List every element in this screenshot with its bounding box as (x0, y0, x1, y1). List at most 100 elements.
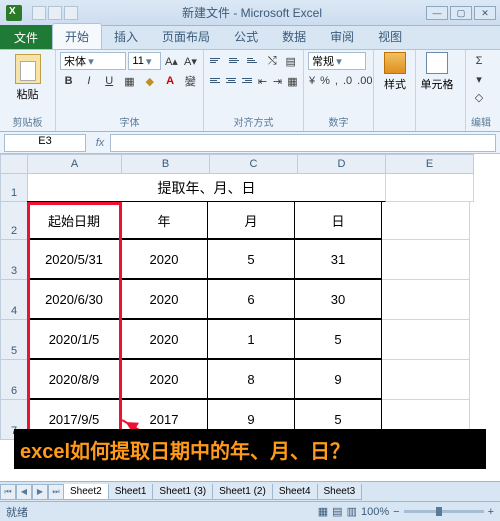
sheet-tab[interactable]: Sheet3 (317, 484, 363, 500)
row-header[interactable]: 5 (0, 320, 28, 360)
orientation-button[interactable]: ⤭ (264, 52, 280, 70)
select-all-corner[interactable] (0, 154, 28, 174)
cell[interactable]: 2020/5/31 (27, 239, 121, 279)
tab-nav-first[interactable]: ⏮ (0, 484, 16, 500)
minimize-button[interactable]: — (426, 6, 448, 20)
grow-font-button[interactable]: A▴ (163, 52, 180, 70)
row-header[interactable]: 6 (0, 360, 28, 400)
cell[interactable]: 起始日期 (27, 201, 121, 239)
cell[interactable] (382, 360, 470, 400)
sheet-tab[interactable]: Sheet1 (108, 484, 154, 500)
cells-button[interactable]: 单元格 (420, 52, 454, 92)
phonetic-button[interactable]: 變 (182, 72, 199, 90)
font-size-combo[interactable]: 11▾ (128, 52, 160, 70)
close-button[interactable]: ✕ (474, 6, 496, 20)
comma-button[interactable]: , (334, 72, 339, 90)
redo-icon[interactable] (64, 6, 78, 20)
styles-button[interactable]: 样式 (378, 52, 412, 92)
view-normal-icon[interactable]: ▦ (318, 505, 328, 518)
row-header[interactable]: 3 (0, 240, 28, 280)
row-header[interactable]: 2 (0, 202, 28, 240)
autosum-button[interactable]: Σ (470, 52, 488, 70)
clear-button[interactable]: ◇ (470, 88, 488, 106)
zoom-in-button[interactable]: + (488, 506, 494, 518)
align-center-button[interactable] (224, 72, 238, 88)
cell[interactable] (386, 174, 474, 202)
view-layout-icon[interactable]: ▤ (332, 505, 342, 518)
increase-decimal-button[interactable]: .0 (342, 72, 353, 90)
sheet-tab[interactable]: Sheet1 (3) (152, 484, 213, 500)
currency-button[interactable]: ¥ (308, 72, 316, 90)
tab-home[interactable]: 开始 (52, 23, 102, 49)
cell[interactable]: 2020/1/5 (27, 319, 121, 359)
cell[interactable]: 30 (294, 279, 382, 319)
indent-decrease-button[interactable]: ⇤ (256, 72, 269, 90)
indent-increase-button[interactable]: ⇥ (271, 72, 284, 90)
cell[interactable] (382, 320, 470, 360)
font-name-combo[interactable]: 宋体▾ (60, 52, 126, 70)
zoom-slider[interactable] (404, 510, 484, 513)
percent-button[interactable]: % (319, 72, 331, 90)
shrink-font-button[interactable]: A▾ (182, 52, 199, 70)
cell[interactable]: 日 (294, 201, 382, 239)
tab-nav-last[interactable]: ⏭ (48, 484, 64, 500)
fill-color-button[interactable]: ◆ (141, 72, 158, 90)
underline-button[interactable]: U (101, 72, 118, 90)
col-header-d[interactable]: D (298, 154, 386, 174)
tab-formula[interactable]: 公式 (222, 24, 270, 49)
decrease-decimal-button[interactable]: .00 (356, 72, 373, 90)
tab-insert[interactable]: 插入 (102, 24, 150, 49)
cell[interactable]: 月 (207, 201, 295, 239)
bold-button[interactable]: B (60, 72, 77, 90)
align-right-button[interactable] (240, 72, 254, 88)
italic-button[interactable]: I (80, 72, 97, 90)
tab-review[interactable]: 审阅 (318, 24, 366, 49)
view-break-icon[interactable]: ▥ (347, 505, 357, 518)
cell[interactable] (382, 280, 470, 320)
cell[interactable]: 5 (294, 319, 382, 359)
col-header-b[interactable]: B (122, 154, 210, 174)
cell[interactable]: 2020 (120, 359, 208, 399)
wrap-text-button[interactable]: ▤ (283, 52, 299, 70)
sheet-tab[interactable]: Sheet2 (63, 484, 109, 500)
number-format-combo[interactable]: 常规▾ (308, 52, 366, 70)
row-header[interactable]: 4 (0, 280, 28, 320)
tab-nav-next[interactable]: ▶ (32, 484, 48, 500)
col-header-c[interactable]: C (210, 154, 298, 174)
zoom-out-button[interactable]: − (393, 506, 399, 518)
cell[interactable]: 31 (294, 239, 382, 279)
align-middle-button[interactable] (227, 52, 244, 68)
cell-title[interactable]: 提取年、月、日 (28, 174, 386, 202)
cell[interactable]: 8 (207, 359, 295, 399)
col-header-a[interactable]: A (28, 154, 122, 174)
cell[interactable]: 2020/6/30 (27, 279, 121, 319)
font-color-button[interactable]: A (161, 72, 178, 90)
tab-data[interactable]: 数据 (270, 24, 318, 49)
cell[interactable] (382, 202, 470, 240)
fill-button[interactable]: ▾ (470, 70, 488, 88)
tab-layout[interactable]: 页面布局 (150, 24, 222, 49)
cell[interactable]: 年 (120, 201, 208, 239)
maximize-button[interactable]: ▢ (450, 6, 472, 20)
fx-icon[interactable]: fx (90, 137, 110, 149)
cell[interactable]: 2020 (120, 319, 208, 359)
cell[interactable]: 2020 (120, 279, 208, 319)
merge-button[interactable]: ▦ (286, 72, 299, 90)
zoom-level[interactable]: 100% (361, 506, 389, 518)
save-icon[interactable] (32, 6, 46, 20)
formula-input[interactable] (110, 134, 496, 152)
paste-button[interactable]: 粘贴 (4, 52, 51, 104)
row-header[interactable]: 1 (0, 174, 28, 202)
align-bottom-button[interactable] (245, 52, 262, 68)
cell[interactable] (382, 240, 470, 280)
sheet-tab[interactable]: Sheet4 (272, 484, 318, 500)
cell[interactable]: 6 (207, 279, 295, 319)
name-box[interactable]: E3 (4, 134, 86, 152)
cell[interactable]: 1 (207, 319, 295, 359)
cell[interactable]: 2020/8/9 (27, 359, 121, 399)
sheet-tab[interactable]: Sheet1 (2) (212, 484, 273, 500)
align-top-button[interactable] (208, 52, 225, 68)
tab-nav-prev[interactable]: ◀ (16, 484, 32, 500)
tab-file[interactable]: 文件 (0, 25, 52, 49)
border-button[interactable]: ▦ (121, 72, 138, 90)
